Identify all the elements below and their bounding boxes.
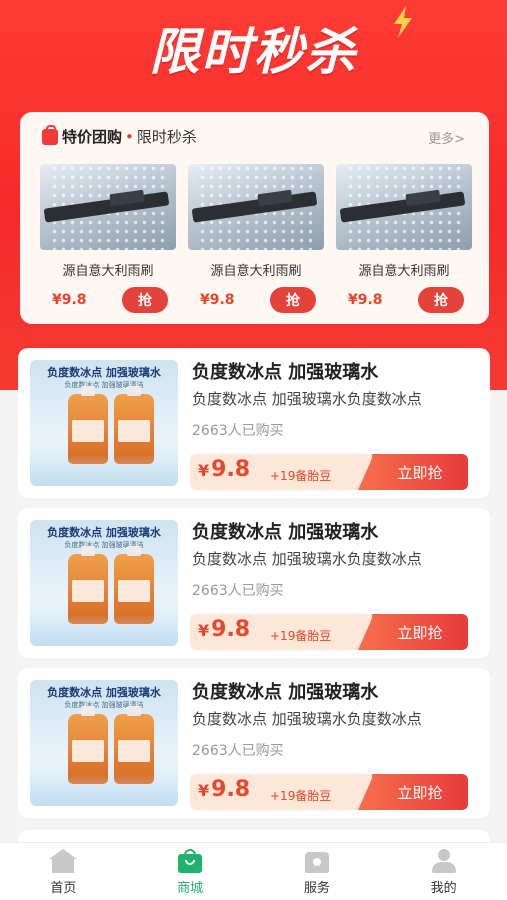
- buy-now-button[interactable]: 立即抢: [358, 774, 468, 810]
- tab-service[interactable]: 服务: [254, 843, 381, 900]
- product-card[interactable]: 负度数冰点 加强玻璃水 负度数冰点 加强玻璃清洁 负度数冰点 加强玻璃水 负度数…: [18, 348, 490, 498]
- product-price: ¥9.8: [198, 617, 251, 642]
- buy-now-button[interactable]: 立即抢: [358, 454, 468, 490]
- tab-shop[interactable]: 商城: [127, 843, 254, 900]
- wiper-product-image: [40, 164, 176, 250]
- shop-icon: [175, 849, 205, 873]
- profile-icon: [429, 849, 459, 873]
- product-price: ¥9.8: [198, 457, 251, 482]
- grab-button[interactable]: 抢: [122, 287, 168, 313]
- sold-count: 2663人已购买: [192, 423, 284, 439]
- sold-count: 2663人已购买: [192, 583, 284, 599]
- product-description: 负度数冰点 加强玻璃水负度数冰点: [192, 390, 422, 408]
- product-image: 负度数冰点 加强玻璃水 负度数冰点 加强玻璃清洁: [30, 360, 178, 486]
- tab-label: 首页: [50, 881, 77, 896]
- flash-item-name: 源自意大利雨刷: [210, 264, 302, 279]
- buy-bar: ¥9.8 +19备胎豆 立即抢: [190, 774, 468, 810]
- product-image-subtitle: 负度数冰点 加强玻璃清洁: [64, 701, 144, 709]
- product-image: 负度数冰点 加强玻璃水 负度数冰点 加强玻璃清洁: [30, 520, 178, 646]
- product-image: 负度数冰点 加强玻璃水 负度数冰点 加强玻璃清洁: [30, 680, 178, 806]
- tab-home[interactable]: 首页: [0, 843, 127, 900]
- grab-button[interactable]: 抢: [270, 287, 316, 313]
- shopping-bag-icon: [42, 124, 58, 145]
- product-price: ¥9.8: [198, 777, 251, 802]
- product-image-title: 负度数冰点 加强玻璃水: [47, 526, 161, 539]
- product-card[interactable]: 负度数冰点 加强玻璃水 负度数冰点 加强玻璃清洁 负度数冰点 加强玻璃水 负度数…: [18, 508, 490, 658]
- wiper-product-image: [336, 164, 472, 250]
- product-list: 负度数冰点 加强玻璃水 负度数冰点 加强玻璃清洁 负度数冰点 加强玻璃水 负度数…: [18, 348, 490, 828]
- bonus-points: +19备胎豆: [270, 629, 332, 643]
- buy-bar: ¥9.8 +19备胎豆 立即抢: [190, 614, 468, 650]
- flash-item-name: 源自意大利雨刷: [358, 264, 450, 279]
- bottom-tab-bar: 首页 商城 服务 我的: [0, 842, 507, 900]
- wiper-product-image: [188, 164, 324, 250]
- bonus-points: +19备胎豆: [270, 789, 332, 803]
- product-image-title: 负度数冰点 加强玻璃水: [47, 686, 161, 699]
- product-card[interactable]: 负度数冰点 加强玻璃水 负度数冰点 加强玻璃清洁 负度数冰点 加强玻璃水 负度数…: [18, 668, 490, 818]
- flash-item[interactable]: 源自意大利雨刷 ¥9.8 抢: [188, 164, 324, 313]
- product-title: 负度数冰点 加强玻璃水: [192, 522, 379, 543]
- separator-dot: •: [125, 127, 134, 146]
- tab-label: 商城: [177, 881, 204, 896]
- product-image-subtitle: 负度数冰点 加强玻璃清洁: [64, 381, 144, 389]
- product-description: 负度数冰点 加强玻璃水负度数冰点: [192, 550, 422, 568]
- flash-sale-title: 特价团购: [62, 128, 123, 146]
- product-image-title: 负度数冰点 加强玻璃水: [47, 366, 161, 379]
- product-title: 负度数冰点 加强玻璃水: [192, 362, 379, 383]
- flash-item[interactable]: 源自意大利雨刷 ¥9.8 抢: [336, 164, 472, 313]
- tab-label: 服务: [303, 881, 330, 896]
- product-image-subtitle: 负度数冰点 加强玻璃清洁: [64, 541, 144, 549]
- flash-item-price: ¥9.8: [348, 292, 383, 308]
- flash-item[interactable]: 源自意大利雨刷 ¥9.8 抢: [40, 164, 176, 313]
- bonus-points: +19备胎豆: [270, 469, 332, 483]
- grab-button[interactable]: 抢: [418, 287, 464, 313]
- flash-sale-card: 特价团购 • 限时秒杀 更多> 源自意大利雨刷 ¥9.8 抢 源自意大利雨刷 ¥…: [20, 112, 489, 324]
- flash-sale-subtitle: 限时秒杀: [136, 128, 197, 146]
- service-icon: [302, 849, 332, 873]
- tab-label: 我的: [430, 881, 457, 896]
- product-description: 负度数冰点 加强玻璃水负度数冰点: [192, 710, 422, 728]
- tab-profile[interactable]: 我的: [380, 843, 507, 900]
- more-link[interactable]: 更多>: [428, 128, 465, 147]
- buy-now-button[interactable]: 立即抢: [358, 614, 468, 650]
- product-title: 负度数冰点 加强玻璃水: [192, 682, 379, 703]
- page-title: 限时秒杀: [149, 23, 358, 81]
- flash-item-price: ¥9.8: [52, 292, 87, 308]
- lightning-icon: [394, 6, 412, 38]
- flash-item-name: 源自意大利雨刷: [62, 264, 154, 279]
- home-icon: [48, 849, 78, 873]
- sold-count: 2663人已购买: [192, 743, 284, 759]
- flash-sale-header: 特价团购 • 限时秒杀: [42, 124, 197, 147]
- buy-bar: ¥9.8 +19备胎豆 立即抢: [190, 454, 468, 490]
- flash-item-price: ¥9.8: [200, 292, 235, 308]
